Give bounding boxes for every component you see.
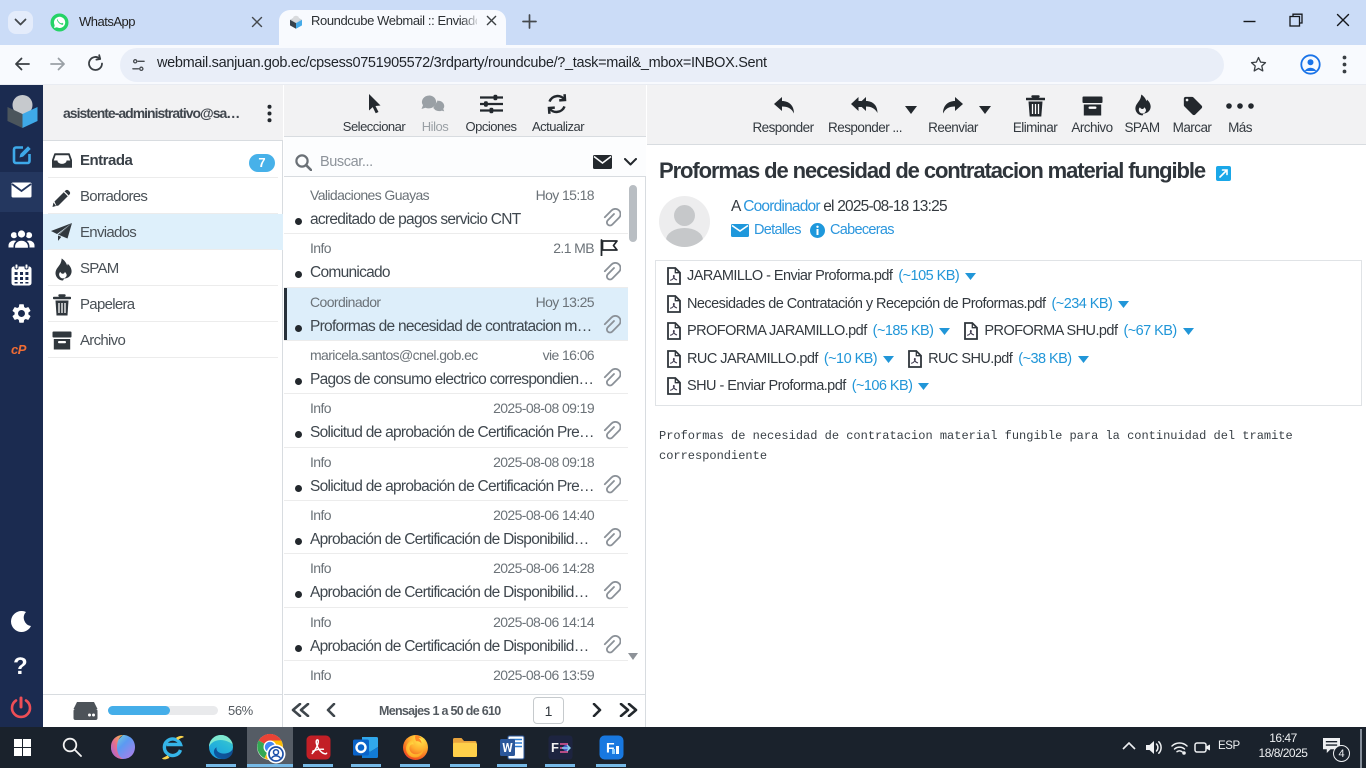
- svg-text:F: F: [551, 740, 559, 755]
